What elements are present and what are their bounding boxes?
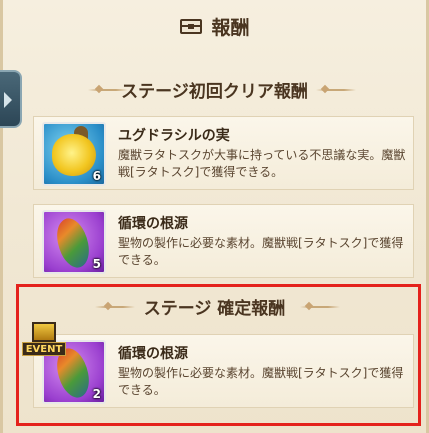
- fruit-body: [52, 134, 96, 176]
- plume-shape: [48, 214, 98, 272]
- reward-item[interactable]: 6 ユグドラシルの実 魔獣ラタトスクが大事に持っている不思議な実。魔獣戦[ラタト…: [33, 116, 414, 190]
- feather-plume-icon: 5: [42, 210, 106, 274]
- item-description: 聖物の製作に必要な素材。魔獣戦[ラタトスク]で獲得できる。: [118, 236, 404, 267]
- reward-item[interactable]: 5 循環の根源 聖物の製作に必要な素材。魔獣戦[ラタトスク]で獲得できる。: [33, 204, 414, 278]
- item-description: 魔獣ラタトスクが大事に持っている不思議な実。魔獣戦[ラタトスク]で獲得できる。: [118, 148, 406, 179]
- item-name: ユグドラシルの実: [118, 128, 230, 144]
- treasure-chest-icon: [180, 19, 203, 34]
- highlight-box: [16, 284, 421, 426]
- page-title: 報酬: [211, 16, 250, 39]
- section-title-first-clear: ステージ初回クリア報酬: [121, 81, 308, 102]
- reward-header: 報酬: [0, 0, 429, 52]
- item-quantity: 5: [92, 257, 101, 271]
- item-name: 循環の根源: [118, 216, 188, 232]
- item-quantity: 6: [92, 169, 101, 183]
- golden-fruit-icon: 6: [42, 122, 106, 186]
